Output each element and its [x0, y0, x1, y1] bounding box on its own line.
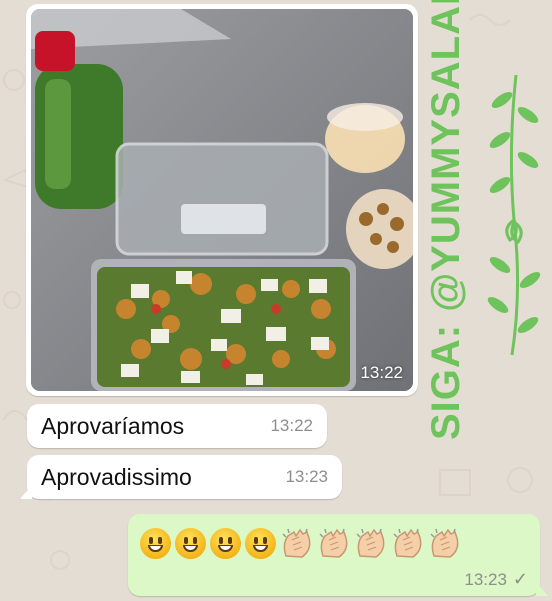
smiley-emoji-icon — [210, 528, 241, 559]
incoming-photo-message[interactable]: 13:22 — [26, 4, 418, 396]
clapping-hands-emoji-icon — [317, 528, 350, 559]
clapping-hands-emoji-icon — [428, 528, 461, 559]
single-check-icon: ✓ — [512, 569, 528, 589]
incoming-message[interactable]: Aprovaríamos 13:22 — [27, 404, 327, 448]
message-text: Aprovaríamos — [41, 412, 185, 439]
clapping-hands-emoji-icon — [280, 528, 313, 559]
photo-timestamp: 13:22 — [360, 363, 403, 382]
leaf-branch-icon — [487, 74, 541, 356]
clapping-hands-emoji-icon — [391, 528, 424, 559]
outgoing-time-row: 13:23 ✓ — [464, 569, 528, 590]
clapping-hands-emoji-icon — [354, 528, 387, 559]
message-text: Aprovadissimo — [41, 463, 192, 490]
bubble-tail — [20, 485, 32, 499]
message-timestamp: 13:22 — [270, 416, 313, 435]
emoji-row — [140, 528, 461, 559]
smiley-emoji-icon — [245, 528, 276, 559]
follow-overlay-text: SIGA: @YUMMYSALADA — [424, 0, 468, 440]
smiley-emoji-icon — [140, 528, 171, 559]
bubble-tail — [536, 582, 548, 596]
message-timestamp: 13:23 — [285, 467, 328, 486]
incoming-message[interactable]: Aprovadissimo 13:23 — [20, 455, 342, 499]
smiley-emoji-icon — [175, 528, 206, 559]
message-timestamp: 13:23 — [464, 569, 507, 589]
outgoing-message[interactable]: 13:23 ✓ — [128, 514, 548, 596]
salad-photo[interactable]: 13:22 — [31, 9, 413, 391]
